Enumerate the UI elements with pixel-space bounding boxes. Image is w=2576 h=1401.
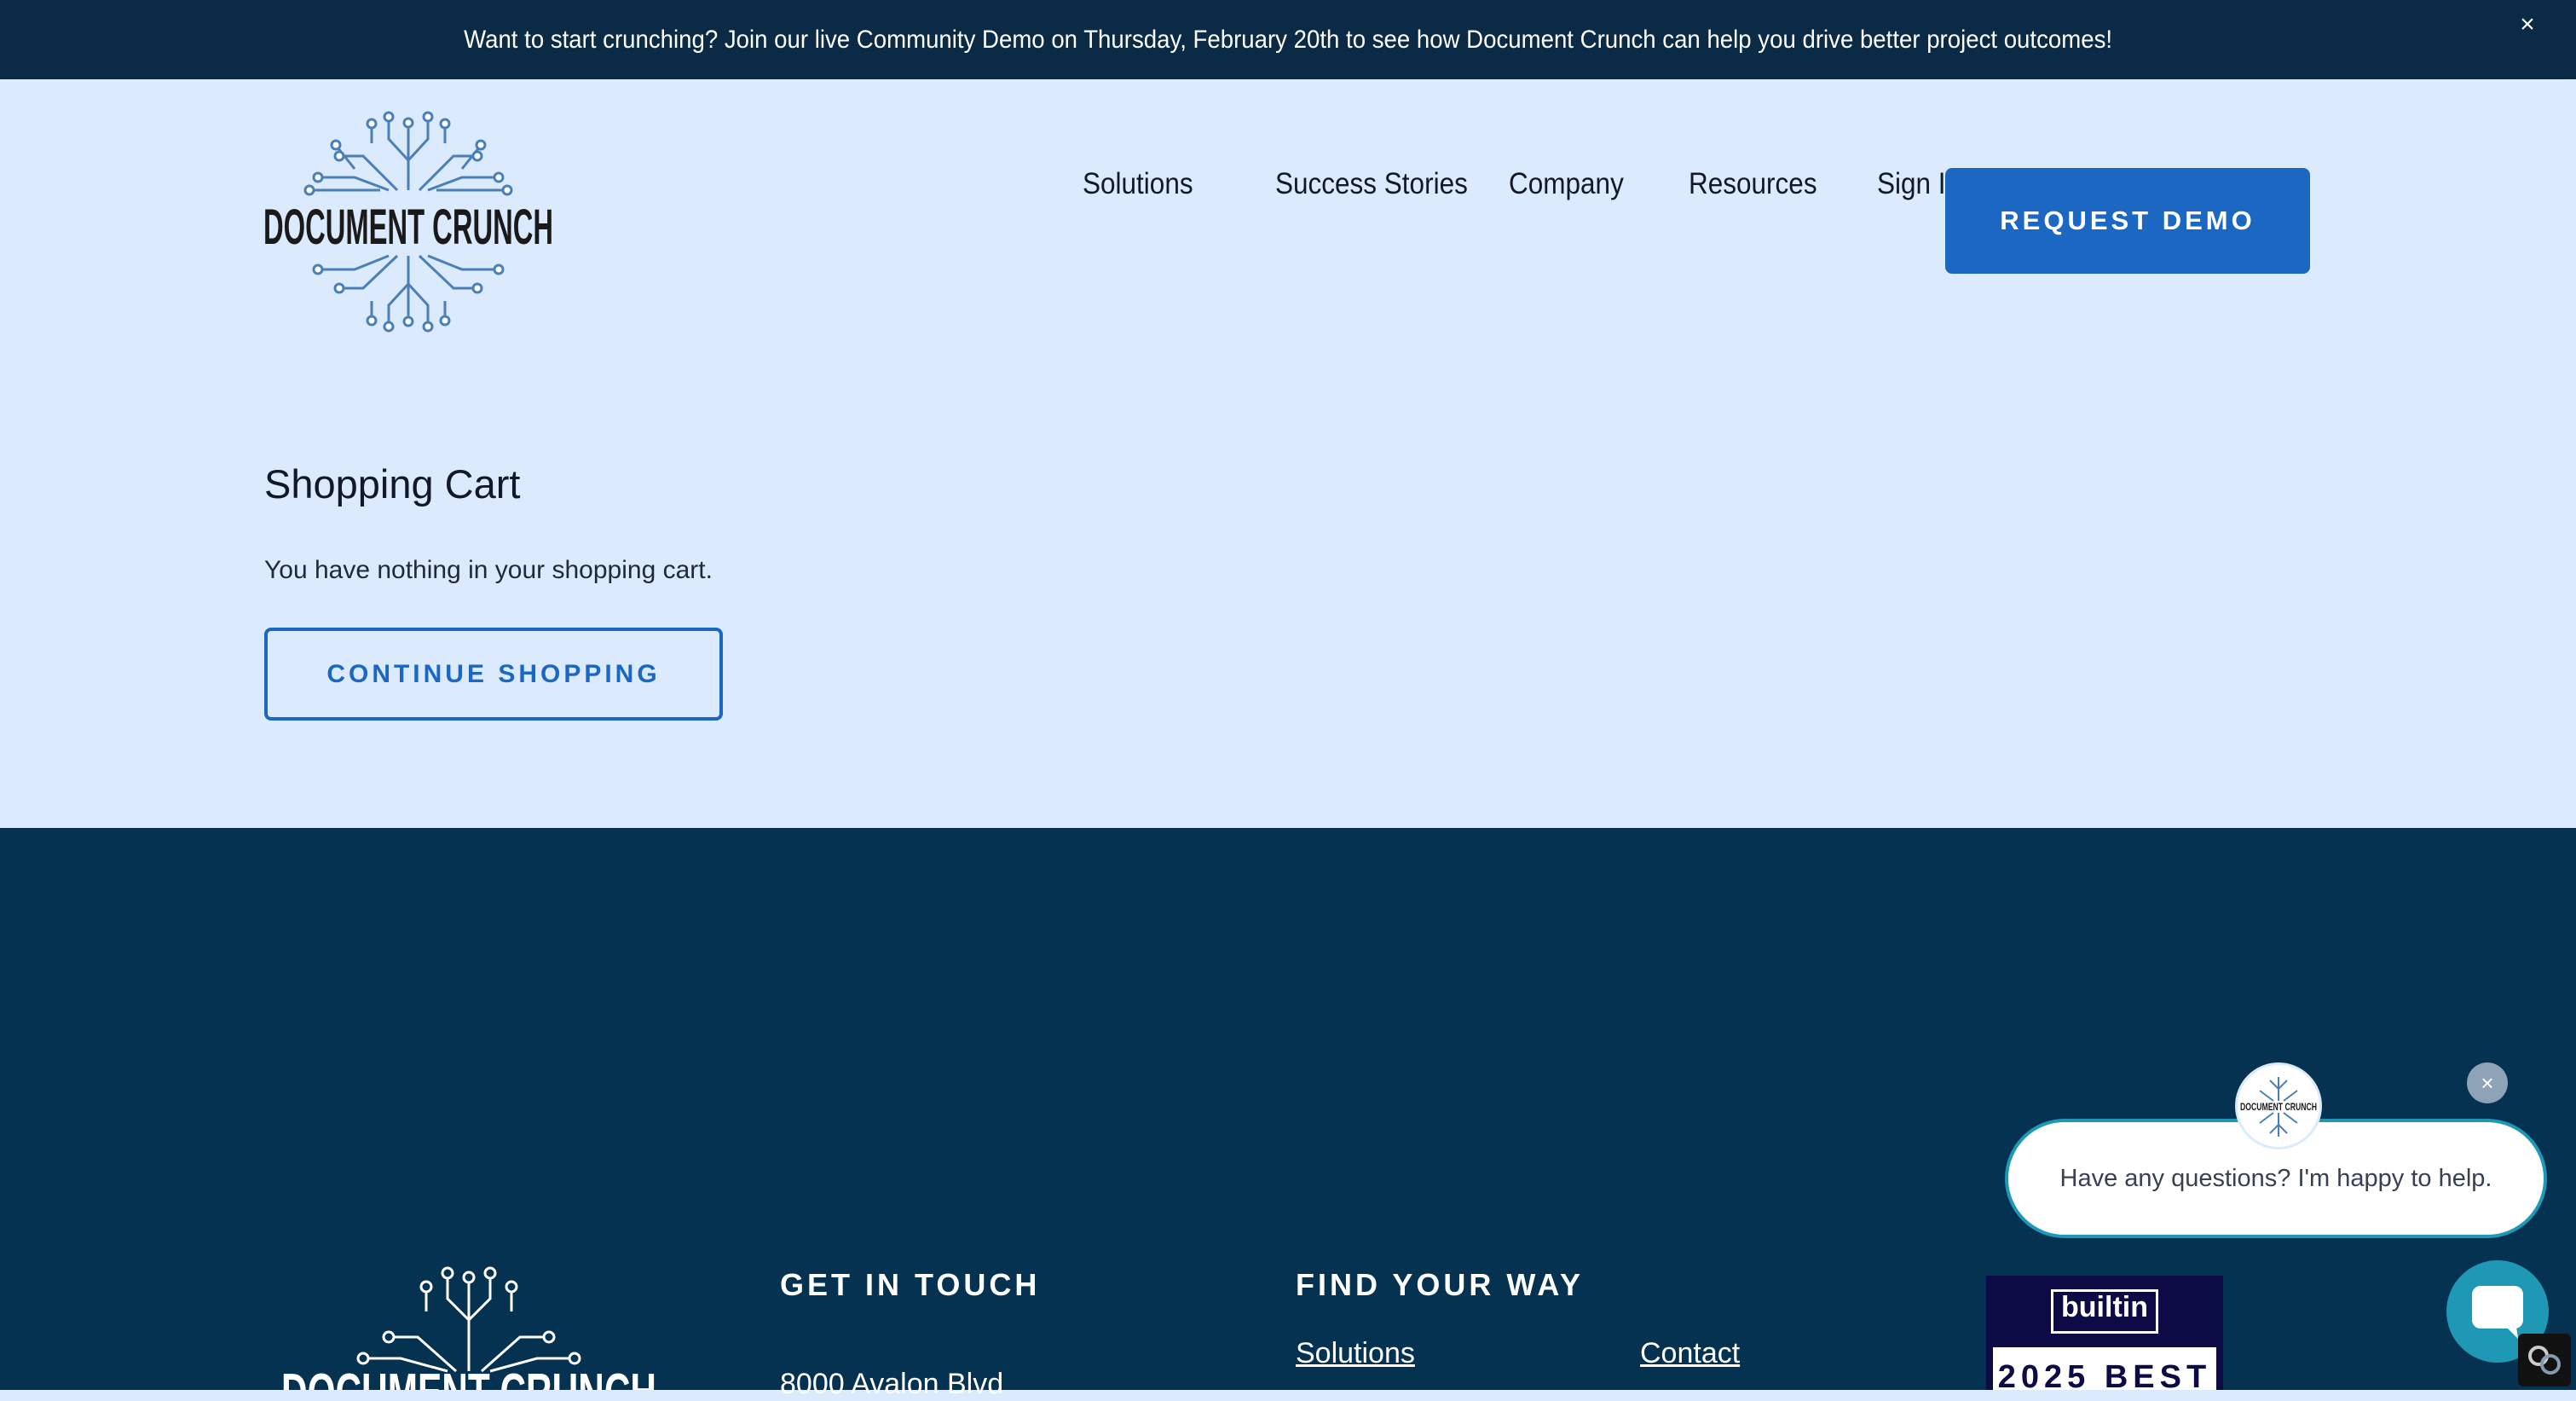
circuit-tree-bottom-icon	[321, 254, 496, 324]
chat-close-icon[interactable]: ×	[2467, 1062, 2508, 1103]
footer-logo[interactable]: DOCUMENT CRUNCH	[273, 1260, 665, 1390]
footer-link-contact[interactable]: Contact	[1640, 1337, 1740, 1370]
chat-message: Have any questions? I'm happy to help.	[2059, 1164, 2492, 1192]
nav-item-solutions[interactable]: Solutions	[1083, 167, 1213, 201]
continue-shopping-button[interactable]: CONTINUE SHOPPING	[264, 628, 723, 721]
banner-text: Want to start crunching? Join our live C…	[464, 25, 2112, 54]
main-nav: Solutions Success Stories Company Resour…	[1083, 167, 1979, 201]
find-your-way-heading: FIND YOUR WAY	[1296, 1267, 1585, 1302]
nav-item-company[interactable]: Company	[1509, 167, 1628, 201]
recaptcha-icon[interactable]	[2518, 1334, 2571, 1387]
document-crunch-logo[interactable]: DOCUMENT CRUNCH	[261, 109, 556, 333]
chat-avatar: DOCUMENT CRUNCH	[2235, 1062, 2322, 1149]
close-icon[interactable]: ×	[2513, 10, 2542, 39]
logo-text: DOCUMENT CRUNCH	[263, 200, 553, 255]
request-demo-button[interactable]: REQUEST DEMO	[1945, 168, 2310, 274]
get-in-touch-heading: GET IN TOUCH	[780, 1267, 1041, 1302]
empty-cart-message: You have nothing in your shopping cart.	[264, 556, 713, 584]
badge-bottom-text: 2025 BEST	[1993, 1347, 2216, 1390]
circuit-tree-icon	[367, 1277, 571, 1373]
page-title: Shopping Cart	[264, 461, 521, 507]
footer-link-solutions[interactable]: Solutions	[1296, 1337, 1415, 1370]
badge-top-text: builtin	[2061, 1291, 2148, 1323]
avatar-text: DOCUMENT CRUNCH	[2240, 1101, 2317, 1113]
footer-address: 8000 Avalon Blvd	[780, 1368, 1004, 1400]
builtin-award-badge[interactable]: builtin 2025 BEST	[1986, 1276, 2223, 1390]
nav-item-success-stories[interactable]: Success Stories	[1275, 167, 1468, 201]
footer-logo-text: DOCUMENT CRUNCH	[281, 1363, 656, 1390]
nav-item-resources[interactable]: Resources	[1689, 167, 1817, 201]
announcement-banner: Want to start crunching? Join our live C…	[0, 0, 2576, 79]
